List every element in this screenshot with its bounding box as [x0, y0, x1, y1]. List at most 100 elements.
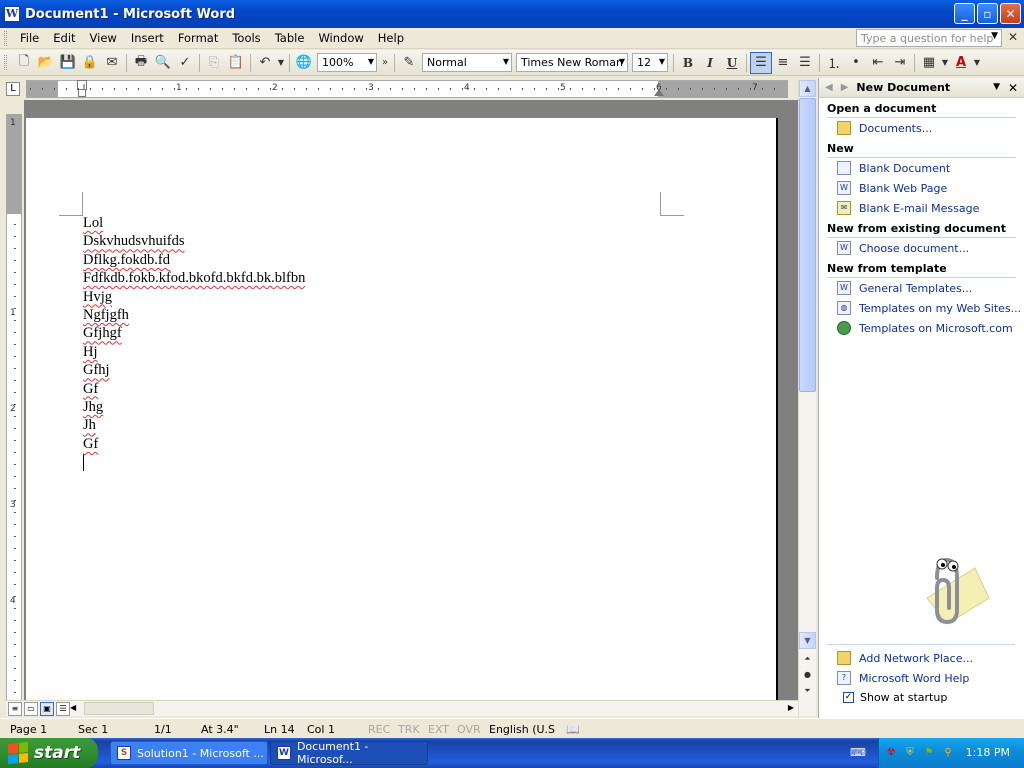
document-line[interactable]: Dskvhudsvhuifds [83, 232, 305, 250]
menu-insert[interactable]: Insert [124, 31, 171, 45]
link-general-templates[interactable]: W General Templates... [819, 278, 1024, 298]
spelling-status-icon[interactable]: 📖 [566, 723, 580, 736]
document-line[interactable]: Fdfkdb.fokb.kfod.bkofd.bkfd.bk.blfbn [83, 269, 305, 287]
document-line[interactable]: Hj [83, 343, 305, 361]
menu-window[interactable]: Window [311, 31, 370, 45]
status-at[interactable]: At 3.4" [201, 723, 239, 736]
status-page[interactable]: Page 1 [10, 723, 47, 736]
status-page-count[interactable]: 1/1 [154, 723, 172, 736]
tray-network-icon[interactable]: ⚑ [922, 746, 936, 760]
right-indent-marker[interactable] [654, 89, 664, 96]
taskbar-item-solution1[interactable]: S Solution1 - Microsoft ... [110, 741, 268, 765]
vertical-scrollbar[interactable]: ▲ ▼ ⏶ ● ⏷ [798, 80, 816, 716]
menu-view[interactable]: View [83, 31, 124, 45]
chevron-down-icon[interactable]: ▼ [991, 31, 998, 41]
font-color-dropdown-icon[interactable]: ▼ [972, 52, 982, 74]
link-add-network-place[interactable]: Add Network Place... [819, 648, 1024, 668]
tray-security-icon[interactable]: ☢ [884, 746, 898, 760]
print-layout-view-icon[interactable]: ▣ [40, 702, 54, 716]
permission-icon[interactable]: 🔒 [79, 52, 101, 74]
chevron-down-icon[interactable]: ▼ [368, 57, 374, 66]
document-line[interactable]: Dflkg.fokdb.fd [83, 251, 305, 269]
toolbar-options-icon[interactable]: » [379, 52, 391, 74]
vertical-ruler[interactable]: 1 1 2 3 4 [6, 114, 22, 702]
title-bar[interactable]: W Document1 - Microsoft Word _ ▫ ✕ [0, 0, 1024, 28]
scroll-up-icon[interactable]: ▲ [799, 80, 816, 97]
link-choose-document[interactable]: W Choose document... [819, 238, 1024, 258]
chevron-down-icon[interactable]: ▼ [993, 82, 1000, 92]
hyperlink-globe-icon[interactable]: 🌐 [293, 52, 315, 74]
status-trk[interactable]: TRK [398, 723, 420, 736]
tray-shield-icon[interactable]: ⛨ [903, 746, 917, 760]
status-language[interactable]: English (U.S [489, 723, 555, 736]
document-line[interactable]: Gf [83, 435, 305, 453]
document-line[interactable]: Gf [83, 380, 305, 398]
show-at-startup-checkbox[interactable]: ✓ Show at startup [819, 688, 1024, 706]
font-size-combo[interactable]: 12 ▼ [632, 53, 668, 72]
menu-format[interactable]: Format [171, 31, 226, 45]
horizontal-scroll-thumb[interactable] [84, 702, 154, 715]
print-preview-icon[interactable]: 🔍 [152, 52, 174, 74]
clock[interactable]: 1:18 PM [966, 746, 1010, 759]
taskbar-item-document1[interactable]: W Document1 - Microsof... [270, 740, 428, 766]
italic-button[interactable]: I [699, 52, 721, 74]
start-button[interactable]: start [0, 738, 98, 768]
office-assistant-clippy[interactable] [897, 538, 997, 632]
status-ext[interactable]: EXT [428, 723, 449, 736]
link-documents[interactable]: Documents... [819, 118, 1024, 138]
scroll-right-icon[interactable]: ▶ [788, 703, 794, 712]
close-document-icon[interactable]: ✕ [1008, 30, 1018, 44]
link-templates-microsoft[interactable]: Templates on Microsoft.com [819, 318, 1024, 338]
chevron-down-icon[interactable]: ▼ [503, 57, 509, 66]
bold-button[interactable]: B [677, 52, 699, 74]
document-body[interactable]: Lol Dskvhudsvhuifds Dflkg.fokdb.fd Fdfkd… [83, 214, 305, 472]
tray-search-icon[interactable]: ⚲ [941, 746, 955, 760]
link-word-help[interactable]: ? Microsoft Word Help [819, 668, 1024, 688]
document-line[interactable]: Ngfjgfh [83, 306, 305, 324]
web-layout-view-icon[interactable]: ▭ [24, 702, 38, 716]
tab-selector[interactable]: L [6, 82, 20, 96]
document-workspace[interactable]: Lol Dskvhudsvhuifds Dflkg.fokdb.fd Fdfkd… [24, 100, 798, 700]
zoom-combo[interactable]: 100% ▼ [317, 53, 377, 72]
increase-indent-icon[interactable]: ⇥ [889, 52, 911, 74]
document-line[interactable]: Hvjg [83, 288, 305, 306]
styles-formatting-icon[interactable]: ✎ [398, 52, 420, 74]
borders-dropdown-icon[interactable]: ▼ [940, 52, 950, 74]
undo-dropdown-icon[interactable]: ▼ [276, 52, 286, 74]
outline-view-icon[interactable]: ☰ [56, 702, 70, 716]
back-arrow-icon[interactable]: ◀ [825, 82, 833, 93]
link-blank-email[interactable]: ✉ Blank E-mail Message [819, 198, 1024, 218]
save-icon[interactable]: 💾 [57, 52, 79, 74]
previous-page-icon[interactable]: ⏶ [799, 650, 816, 667]
status-rec[interactable]: REC [368, 723, 390, 736]
print-icon[interactable]: 🖶 [130, 52, 152, 74]
chevron-down-icon[interactable]: ▼ [619, 57, 625, 66]
next-page-icon[interactable]: ⏷ [799, 682, 816, 699]
first-line-indent-marker[interactable] [77, 80, 87, 90]
maximize-button[interactable]: ▫ [977, 3, 998, 24]
vertical-scroll-thumb[interactable] [799, 98, 816, 392]
new-document-icon[interactable]: 🗋 [13, 52, 35, 74]
decrease-indent-icon[interactable]: ⇤ [867, 52, 889, 74]
help-question-input[interactable]: Type a question for help ▼ [856, 29, 1002, 47]
document-line[interactable]: Gfjhgf [83, 324, 305, 342]
open-folder-icon[interactable]: 📂 [35, 52, 57, 74]
menu-table[interactable]: Table [268, 31, 312, 45]
normal-view-icon[interactable]: ≡ [8, 702, 22, 716]
menu-help[interactable]: Help [371, 31, 411, 45]
word-app-icon[interactable]: W [4, 6, 20, 22]
select-browse-object-icon[interactable]: ● [799, 666, 816, 683]
font-color-button[interactable]: A [950, 52, 972, 74]
menu-edit[interactable]: Edit [46, 31, 82, 45]
paste-icon[interactable]: 📋 [225, 52, 247, 74]
status-line[interactable]: Ln 14 [264, 723, 295, 736]
borders-icon[interactable]: ▦ [918, 52, 940, 74]
document-line[interactable]: Jhg [83, 398, 305, 416]
toolbar-grip[interactable] [4, 55, 7, 70]
underline-button[interactable]: U [721, 52, 743, 74]
minimize-button[interactable]: _ [954, 3, 975, 24]
close-icon[interactable]: ✕ [1008, 81, 1018, 95]
scroll-left-icon[interactable]: ◀ [70, 703, 76, 712]
document-page[interactable]: Lol Dskvhudsvhuifds Dflkg.fokdb.fd Fdfkd… [26, 118, 778, 700]
copy-icon[interactable]: ⎘ [203, 52, 225, 74]
